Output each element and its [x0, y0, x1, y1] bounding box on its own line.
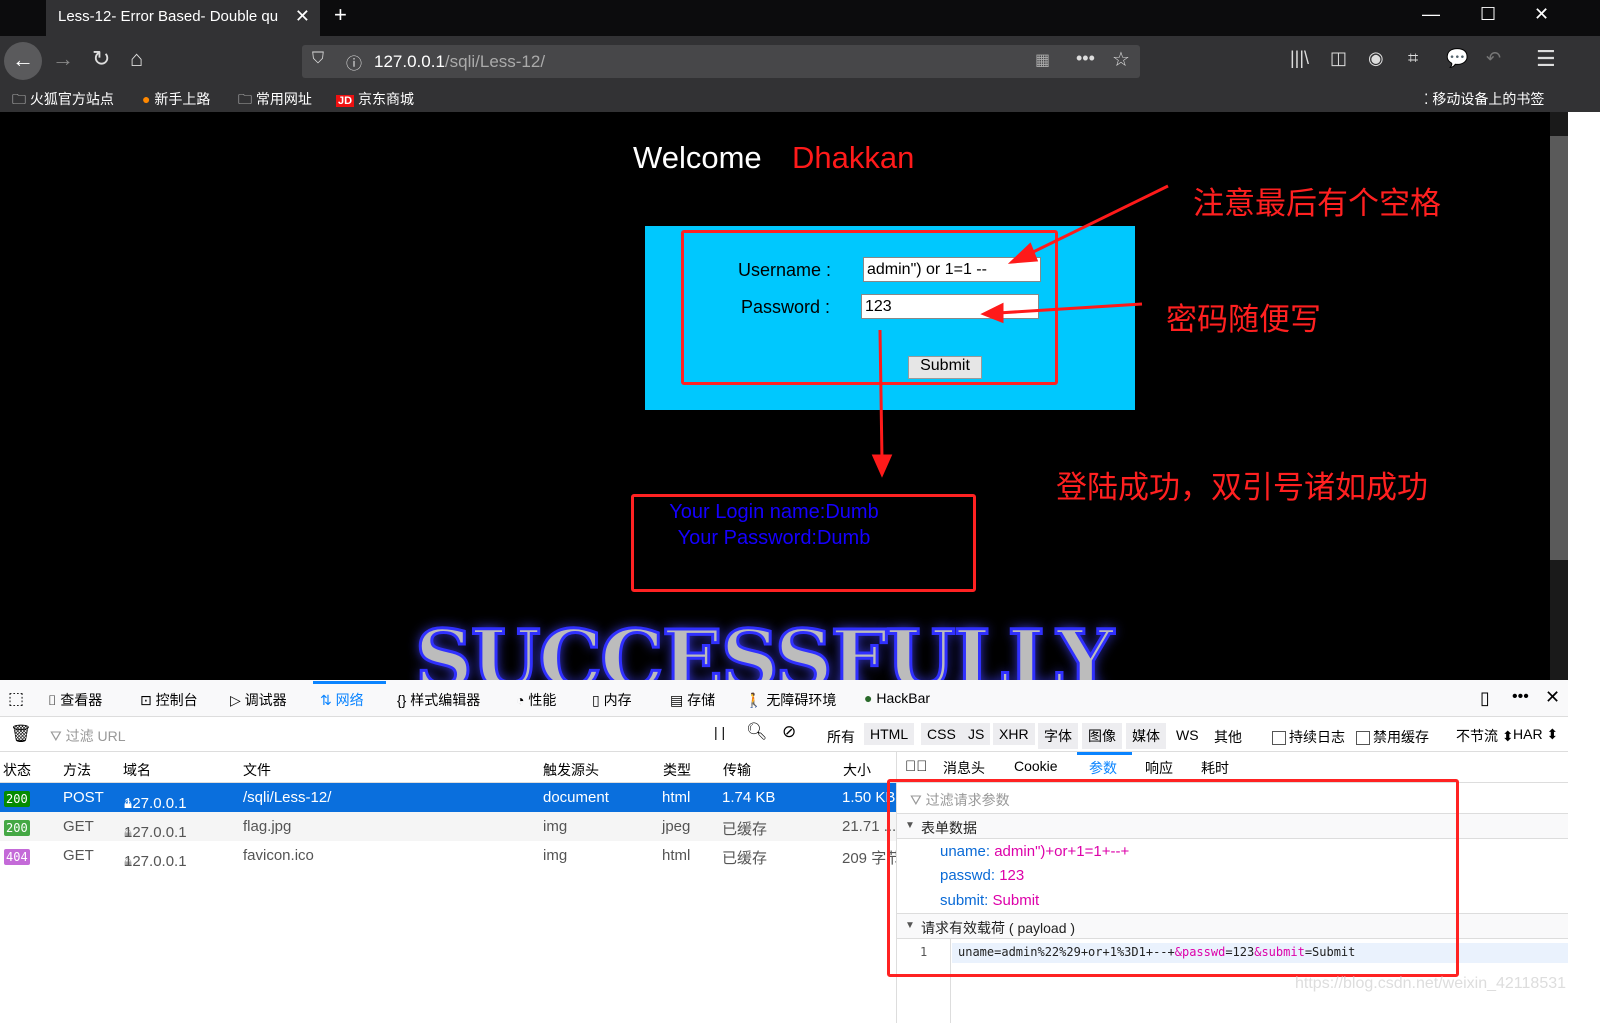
filter-other[interactable]: 其他 — [1214, 727, 1242, 747]
filter-images[interactable]: 图像 — [1082, 723, 1122, 749]
tab-network[interactable]: ⇅ 网络 — [320, 690, 364, 710]
column-header[interactable]: 触发源头 — [543, 760, 599, 780]
filter-html[interactable]: HTML — [864, 723, 915, 745]
tab-performance[interactable]: ◔ 性能 — [516, 690, 556, 710]
more-icon[interactable]: ••• — [1512, 688, 1529, 706]
filter-js[interactable]: JS — [962, 723, 991, 745]
trash-icon[interactable]: 🗑 — [10, 724, 32, 744]
tab-style-editor[interactable]: {} 样式编辑器 — [397, 690, 480, 710]
throttle-select[interactable]: 不节流 ⬍ — [1456, 726, 1514, 746]
column-header[interactable]: 方法 — [63, 760, 91, 780]
annotation-arrows — [871, 184, 1169, 478]
column-header[interactable]: 域名 — [123, 760, 151, 780]
disable-cache-checkbox[interactable]: 禁用缓存 — [1356, 727, 1429, 747]
tab-console[interactable]: ⊡ 控制台 — [140, 690, 198, 710]
tab-response[interactable]: 响应 — [1145, 758, 1173, 778]
filter-ws[interactable]: WS — [1176, 727, 1199, 743]
toggle-panel-icon[interactable]: ▷⃞ — [905, 758, 928, 775]
filter-css[interactable]: CSS — [921, 723, 962, 745]
tab-inspector[interactable]: ⌷ 查看器 — [48, 690, 102, 710]
tab-memory[interactable]: ▯ 内存 — [592, 690, 632, 710]
tab-cookies[interactable]: Cookie — [1014, 758, 1058, 774]
table-row[interactable]: 200 POST 🔒︎ 127.0.0.1 /sqli/Less-12/ doc… — [0, 783, 896, 812]
pause-icon[interactable]: | | — [714, 724, 725, 740]
filter-all[interactable]: 所有 — [827, 727, 855, 747]
filter-url-input[interactable]: ⛛ 过滤 URL — [50, 726, 126, 746]
tab-storage[interactable]: ▤ 存储 — [670, 690, 715, 710]
hackbar-icon: ● — [864, 690, 873, 706]
har-menu[interactable]: HAR ⬍ — [1513, 726, 1558, 743]
tab-headers[interactable]: 消息头 — [943, 758, 985, 778]
tab-params[interactable]: 参数 — [1089, 758, 1117, 778]
search-icon[interactable]: 🔍︎ — [746, 722, 768, 742]
element-picker-icon[interactable]: ⬚ — [8, 689, 24, 709]
column-header[interactable]: 文件 — [243, 760, 271, 780]
tab-hackbar[interactable]: ● HackBar — [864, 690, 930, 706]
persist-log-checkbox[interactable]: 持续日志 — [1272, 727, 1345, 747]
filter-fonts[interactable]: 字体 — [1038, 723, 1078, 749]
annotation-box — [887, 779, 1459, 977]
column-header[interactable]: 状态 — [3, 760, 31, 780]
column-header[interactable]: 传输 — [723, 760, 751, 780]
table-row[interactable]: 200 GET 🔒︎ 127.0.0.1 flag.jpg img jpeg 已… — [0, 812, 896, 841]
filter-xhr[interactable]: XHR — [993, 723, 1035, 745]
tab-timings[interactable]: 耗时 — [1201, 758, 1229, 778]
tab-indicator — [313, 681, 386, 684]
tab-accessibility[interactable]: 🚶 无障碍环境 — [745, 690, 836, 710]
tab-indicator — [1077, 752, 1132, 755]
tab-debugger[interactable]: ▷ 调试器 — [230, 690, 287, 710]
filter-media[interactable]: 媒体 — [1126, 723, 1166, 749]
watermark: https://blog.csdn.net/weixin_42118531 — [1295, 975, 1567, 992]
table-row[interactable]: 404 GET 🔒︎ 127.0.0.1 favicon.ico img htm… — [0, 841, 896, 870]
block-icon[interactable]: ⊘ — [782, 722, 796, 742]
responsive-mode-icon[interactable]: ▯ — [1480, 688, 1490, 709]
close-devtools-icon[interactable]: ✕ — [1545, 687, 1560, 708]
column-header[interactable]: 大小 — [843, 760, 871, 780]
column-header[interactable]: 类型 — [663, 760, 691, 780]
